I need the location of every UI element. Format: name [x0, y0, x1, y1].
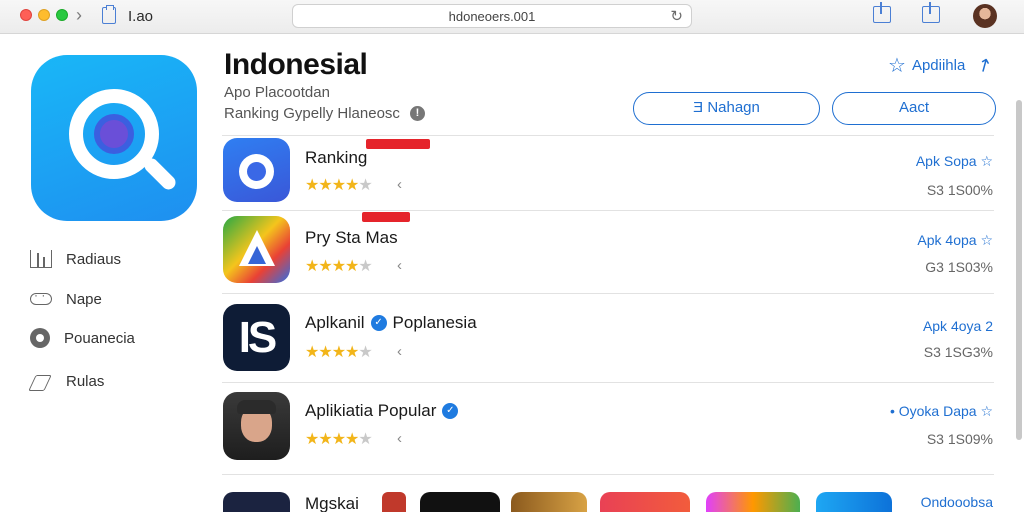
app-store-window: › I.ao hdoneoers.001 ↻ Radiaus Nape Poua… [0, 0, 1024, 512]
app-stat: S3 1S00% [926, 182, 993, 198]
address-bar[interactable]: hdoneoers.001 ↻ [292, 4, 692, 28]
app-icon-prysta[interactable] [223, 216, 290, 283]
gamepad-icon [30, 288, 52, 305]
window-title: I.ao [128, 8, 154, 25]
app-logo-icon [31, 55, 197, 221]
reload-icon[interactable]: ↻ [670, 7, 683, 25]
app-icon-red[interactable] [600, 492, 690, 512]
url-text: hdoneoers.001 [448, 9, 536, 24]
info-icon[interactable]: ! [409, 106, 425, 121]
red-badge [366, 139, 430, 149]
rating-stars: ★★★★★ [305, 177, 373, 194]
chart-icon [30, 250, 52, 268]
rating-stars: ★★★★★ [305, 344, 373, 361]
sidebar-item-label: Pouanecia [64, 329, 135, 347]
sidebar-item-label: Radiaus [66, 250, 122, 268]
app-icon-blue[interactable] [816, 492, 892, 512]
divider [222, 210, 994, 211]
sidebar-item-rulas[interactable]: Rulas [30, 370, 104, 392]
rules-icon [30, 372, 52, 390]
page-meta: Ranking Gypelly Hlaneosc ! [224, 105, 425, 122]
app-action-link[interactable]: Apk 4oya 2 [923, 318, 993, 334]
chevron-icon[interactable]: ‹ [397, 257, 402, 274]
app-name[interactable]: Aplkanil ✓ Poplanesia [305, 313, 477, 333]
share-arrow-icon[interactable]: ↗ [973, 53, 997, 79]
chevron-icon[interactable]: ‹ [397, 343, 402, 360]
wishlist-label: Apdiihla [911, 57, 966, 74]
scrollbar[interactable] [1016, 100, 1022, 440]
app-action-link[interactable]: Apk 4opa ☆ [917, 232, 993, 249]
circle-icon [30, 328, 50, 348]
app-icon-mgskai[interactable] [223, 492, 290, 512]
primary-button[interactable]: Ǝ Nahagn [633, 92, 820, 125]
page-subtitle: Apo Placootdan [224, 84, 330, 101]
app-icon-colorful[interactable] [706, 492, 800, 512]
divider [222, 474, 994, 475]
zoom-window-button[interactable] [56, 9, 68, 21]
wishlist-link[interactable]: ☆ Apdiihla ↗ [888, 53, 996, 78]
verified-icon: ✓ [370, 315, 387, 331]
chevron-icon[interactable]: ‹ [397, 430, 402, 447]
bottom-action-link[interactable]: Ondooobsa [921, 494, 993, 510]
red-badge [362, 212, 410, 222]
app-icon-ranking[interactable] [223, 138, 290, 202]
app-stat: G3 1S03% [925, 259, 993, 275]
app-name[interactable]: Ranking [305, 148, 367, 168]
app-name[interactable]: Pry Sta Mas [305, 228, 398, 248]
divider [222, 135, 994, 136]
secondary-button[interactable]: Aact [832, 92, 996, 125]
upload-icon[interactable] [922, 2, 940, 23]
close-window-button[interactable] [20, 9, 32, 21]
app-icon-small-red[interactable] [382, 492, 406, 512]
app-icon-brown[interactable] [511, 492, 587, 512]
star-outline-icon: ☆ [888, 55, 906, 77]
sidebar-item-pouanecia[interactable]: Pouanecia [30, 327, 135, 349]
rating-stars: ★★★★★ [305, 431, 373, 448]
sidebar-item-label: Rulas [66, 372, 105, 390]
app-action-link[interactable]: • Oyoka Dapa ☆ [890, 403, 993, 420]
document-icon[interactable] [102, 5, 116, 24]
app-icon-dark[interactable] [420, 492, 500, 512]
app-stat: S3 1S09% [926, 431, 993, 447]
page-title: Indonesial [224, 48, 368, 81]
sidebar-item-radiaus[interactable]: Radiaus [30, 248, 121, 270]
meta-text: Ranking Gypelly Hlaneosc [224, 105, 400, 122]
rating-stars: ★★★★★ [305, 258, 373, 275]
app-icon-aplkanil[interactable]: IS [223, 304, 290, 371]
app-icon-aplikiatia[interactable] [223, 392, 290, 460]
share-icon[interactable] [873, 2, 891, 23]
bottom-app-name[interactable]: Mgskai [305, 494, 359, 512]
sidebar-item-nape[interactable]: Nape [30, 288, 102, 310]
avatar[interactable] [973, 4, 997, 28]
divider [222, 293, 994, 294]
app-stat: S3 1SG3% [923, 344, 993, 360]
title-bar: › I.ao hdoneoers.001 ↻ [0, 0, 1024, 34]
app-name[interactable]: Aplikiatia Popular ✓ [305, 401, 464, 421]
verified-icon: ✓ [442, 403, 459, 419]
sidebar-item-label: Nape [66, 290, 102, 308]
chevron-right-icon[interactable]: › [76, 5, 82, 26]
divider [222, 382, 994, 383]
minimize-window-button[interactable] [38, 9, 50, 21]
chevron-icon[interactable]: ‹ [397, 176, 402, 193]
app-action-link[interactable]: Apk Sopa ☆ [916, 153, 993, 170]
